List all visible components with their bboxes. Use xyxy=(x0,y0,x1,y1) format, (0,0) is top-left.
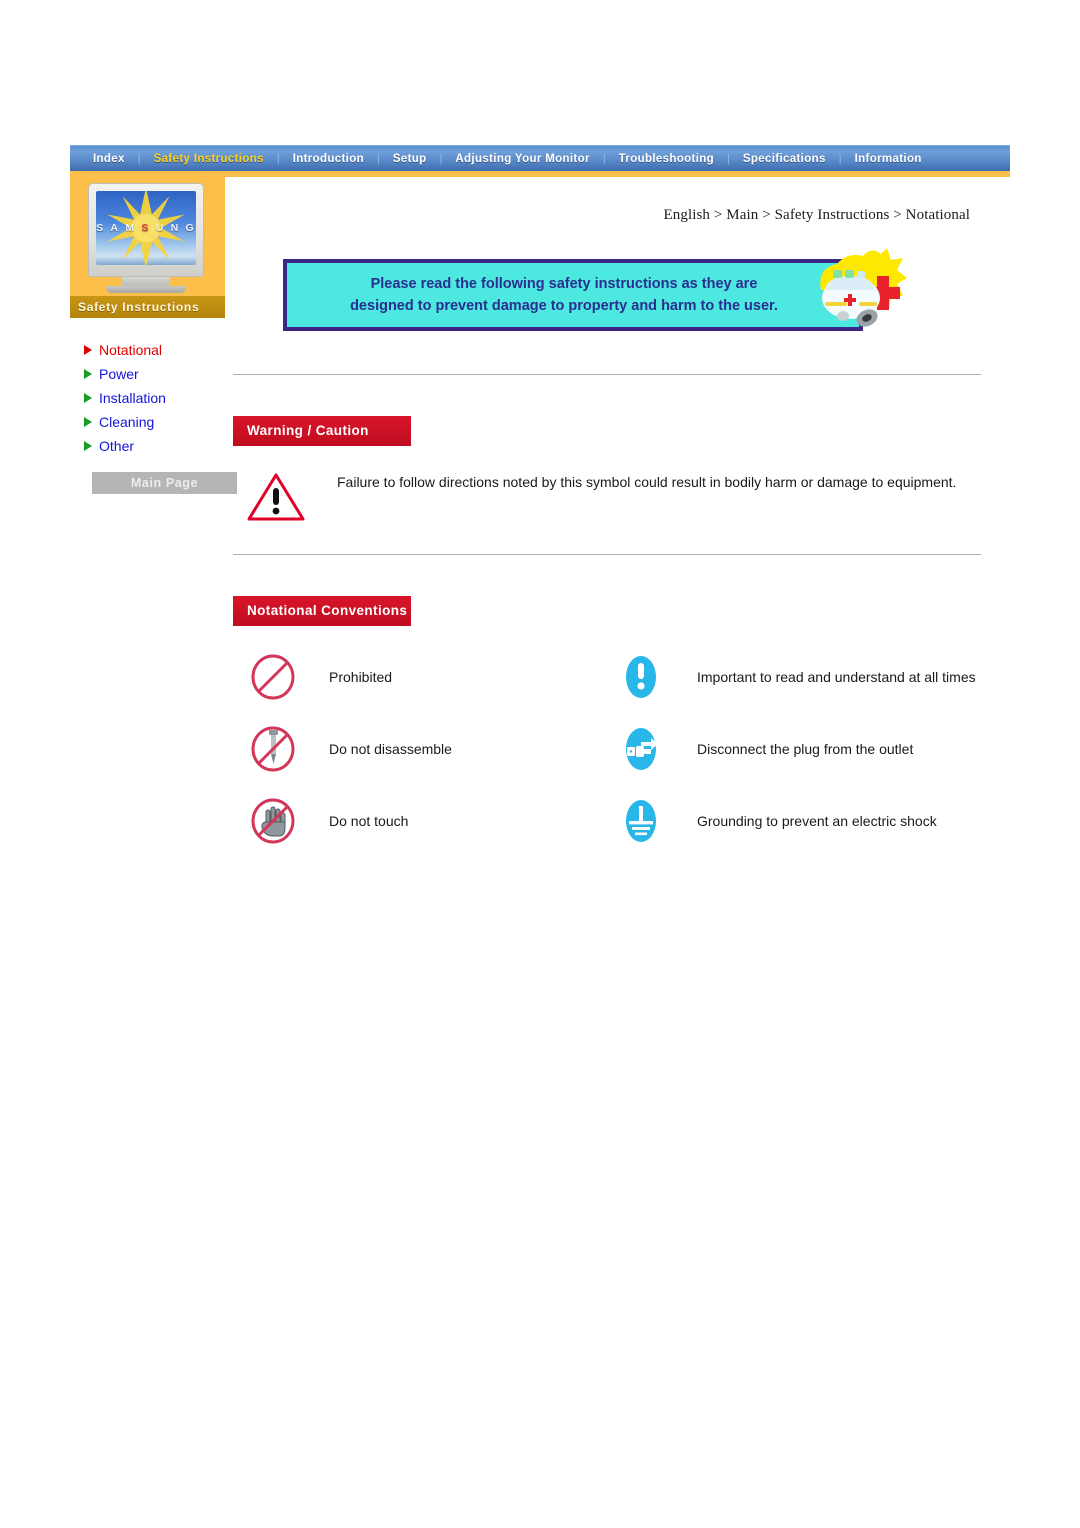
divider-top xyxy=(233,374,981,376)
notational-conventions-heading: Notational Conventions xyxy=(233,596,411,626)
sidebar-item-label: Installation xyxy=(99,390,166,406)
monitor-stand-neck xyxy=(122,277,170,286)
manual-page: Index | Safety Instructions | Introducti… xyxy=(70,145,1010,844)
sidebar-item-notational[interactable]: Notational xyxy=(84,338,239,362)
arrow-right-icon xyxy=(84,393,92,403)
warning-text: Failure to follow directions noted by th… xyxy=(337,474,957,490)
sidebar-section-title: Safety Instructions xyxy=(70,296,225,318)
sidebar-item-cleaning[interactable]: Cleaning xyxy=(84,410,239,434)
nav-item-specifications[interactable]: Specifications xyxy=(730,146,839,172)
sidebar-item-label: Cleaning xyxy=(99,414,155,430)
monitor-screen: S A M S U N G xyxy=(96,191,196,265)
grounding-icon xyxy=(626,800,656,842)
grounding-label: Grounding to prevent an electric shock xyxy=(697,813,937,829)
do-not-touch-label: Do not touch xyxy=(329,813,409,829)
warning-row: Failure to follow directions noted by th… xyxy=(247,472,1010,522)
top-navigation-bar: Index | Safety Instructions | Introducti… xyxy=(70,145,1010,171)
prohibited-label: Prohibited xyxy=(329,669,393,685)
sidebar-item-power[interactable]: Power xyxy=(84,362,239,386)
arrow-right-icon xyxy=(84,345,92,355)
nav-separator: | xyxy=(376,152,380,165)
monitor-bezel: S A M S U N G xyxy=(88,183,204,277)
disconnect-plug-icon xyxy=(626,728,658,770)
safety-banner-line1: Please read the following safety instruc… xyxy=(370,276,758,292)
nav-item-index[interactable]: Index xyxy=(80,146,138,172)
safety-banner-box: Please read the following safety instruc… xyxy=(283,259,863,331)
main-page-button[interactable]: Main Page xyxy=(92,472,237,494)
safety-banner-text: Please read the following safety instruc… xyxy=(329,273,799,317)
warning-triangle-icon xyxy=(247,473,305,521)
nav-item-information[interactable]: Information xyxy=(842,146,935,172)
sidebar-item-installation[interactable]: Installation xyxy=(84,386,239,410)
do-not-disassemble-label: Do not disassemble xyxy=(329,741,452,757)
sidebar-menu: Notational Power Installation Cleaning O… xyxy=(70,330,239,494)
monitor-brand-text: S A M S U N G xyxy=(96,222,196,234)
safety-banner-line2: designed to prevent damage to property a… xyxy=(350,298,778,314)
monitor-stand-base xyxy=(106,286,186,293)
important-exclamation-icon xyxy=(626,656,656,698)
safety-banner: Please read the following safety instruc… xyxy=(283,248,923,342)
important-label: Important to read and understand at all … xyxy=(697,669,976,685)
nav-item-setup[interactable]: Setup xyxy=(380,146,440,172)
nav-item-safety-instructions[interactable]: Safety Instructions xyxy=(141,146,277,172)
disconnect-plug-label: Disconnect the plug from the outlet xyxy=(697,741,914,757)
do-not-disassemble-icon xyxy=(251,726,295,772)
sidebar-item-label: Power xyxy=(99,366,139,382)
arrow-right-icon xyxy=(84,369,92,379)
notational-conventions-grid: Prohibited Important to read and underst… xyxy=(247,654,1010,844)
sidebar-item-label: Notational xyxy=(99,342,163,358)
nav-item-introduction[interactable]: Introduction xyxy=(280,146,377,172)
nav-separator: | xyxy=(276,152,280,165)
nav-separator: | xyxy=(838,152,842,165)
nav-item-troubleshooting[interactable]: Troubleshooting xyxy=(606,146,727,172)
warning-caution-heading: Warning / Caution xyxy=(233,416,411,446)
arrow-right-icon xyxy=(84,417,92,427)
arrow-right-icon xyxy=(84,441,92,451)
prohibited-icon xyxy=(251,654,295,700)
nav-separator: | xyxy=(439,152,443,165)
page-body: S A M S U N G Safety Instructions Englis… xyxy=(70,177,1010,844)
content-area: English > Main > Safety Instructions > N… xyxy=(225,177,1010,844)
nav-separator: | xyxy=(602,152,606,165)
divider-bottom xyxy=(233,554,981,556)
ambulance-icon xyxy=(820,248,907,327)
breadcrumb: English > Main > Safety Instructions > N… xyxy=(663,207,970,223)
sidebar-item-other[interactable]: Other xyxy=(84,434,239,458)
nav-item-adjusting-your-monitor[interactable]: Adjusting Your Monitor xyxy=(442,146,602,172)
nav-separator: | xyxy=(727,152,730,165)
sidebar-item-label: Other xyxy=(99,438,135,454)
nav-separator: | xyxy=(137,152,141,165)
do-not-touch-icon xyxy=(251,798,295,844)
monitor-illustration: S A M S U N G xyxy=(70,177,225,293)
sidebar: S A M S U N G Safety Instructions xyxy=(70,177,225,318)
